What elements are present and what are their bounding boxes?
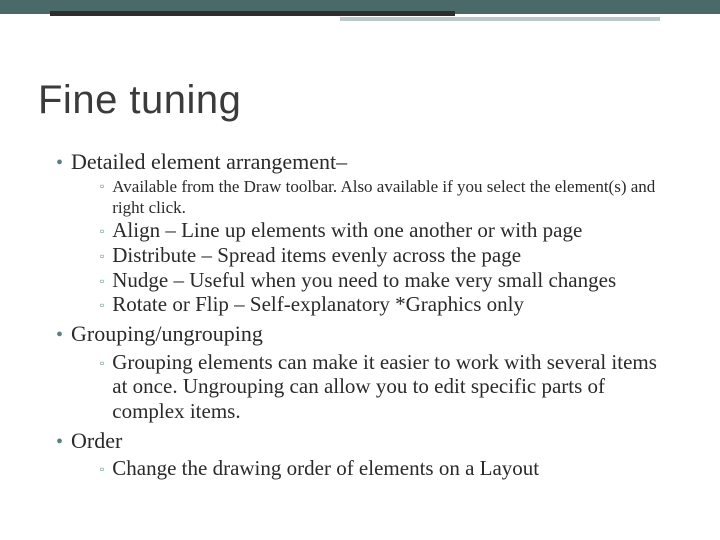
slide-title: Fine tuning xyxy=(38,78,660,123)
sub-bullet-marker-icon: ▫ xyxy=(100,274,104,288)
sub-bullet-marker-icon: ▫ xyxy=(100,179,104,193)
bullet-level-2: ▫ Align – Line up elements with one anot… xyxy=(100,218,660,243)
bullet-level-1: • Grouping/ungrouping xyxy=(56,321,660,347)
sub-bullet-marker-icon: ▫ xyxy=(100,224,104,238)
sub-bullet-marker-icon: ▫ xyxy=(100,462,104,476)
bullet-text: Grouping/ungrouping xyxy=(71,321,263,347)
bullet-text: Align – Line up elements with one anothe… xyxy=(112,218,582,243)
bullet-level-1: • Order xyxy=(56,428,660,454)
content-area: Fine tuning • Detailed element arrangeme… xyxy=(38,78,660,481)
bullet-text: Change the drawing order of elements on … xyxy=(112,456,539,481)
bullet-level-2: ▫ Change the drawing order of elements o… xyxy=(100,456,660,481)
bullet-text: Grouping elements can make it easier to … xyxy=(112,350,660,424)
bullet-level-2: ▫ Available from the Draw toolbar. Also … xyxy=(100,177,660,218)
accent-line-teal xyxy=(340,17,660,21)
bullet-marker-icon: • xyxy=(56,323,63,347)
bullet-level-2: ▫ Rotate or Flip – Self-explanatory *Gra… xyxy=(100,292,660,317)
slide: Fine tuning • Detailed element arrangeme… xyxy=(0,0,720,540)
bullet-text: Available from the Draw toolbar. Also av… xyxy=(112,177,660,218)
bullet-marker-icon: • xyxy=(56,430,63,454)
bullet-level-1: • Detailed element arrangement– xyxy=(56,149,660,175)
bullet-level-2: ▫ Distribute – Spread items evenly acros… xyxy=(100,243,660,268)
bullet-level-2: ▫ Nudge – Useful when you need to make v… xyxy=(100,268,660,293)
accent-line-dark xyxy=(50,11,455,16)
sub-bullet-marker-icon: ▫ xyxy=(100,249,104,263)
bullet-level-2: ▫ Grouping elements can make it easier t… xyxy=(100,350,660,424)
bullet-text: Distribute – Spread items evenly across … xyxy=(112,243,521,268)
sub-bullet-marker-icon: ▫ xyxy=(100,298,104,312)
bullet-text: Order xyxy=(71,428,122,454)
bullet-text: Detailed element arrangement– xyxy=(71,149,347,175)
sub-bullet-marker-icon: ▫ xyxy=(100,356,104,370)
bullet-text: Rotate or Flip – Self-explanatory *Graph… xyxy=(112,292,524,317)
bullet-text: Nudge – Useful when you need to make ver… xyxy=(112,268,616,293)
bullet-marker-icon: • xyxy=(56,151,63,175)
